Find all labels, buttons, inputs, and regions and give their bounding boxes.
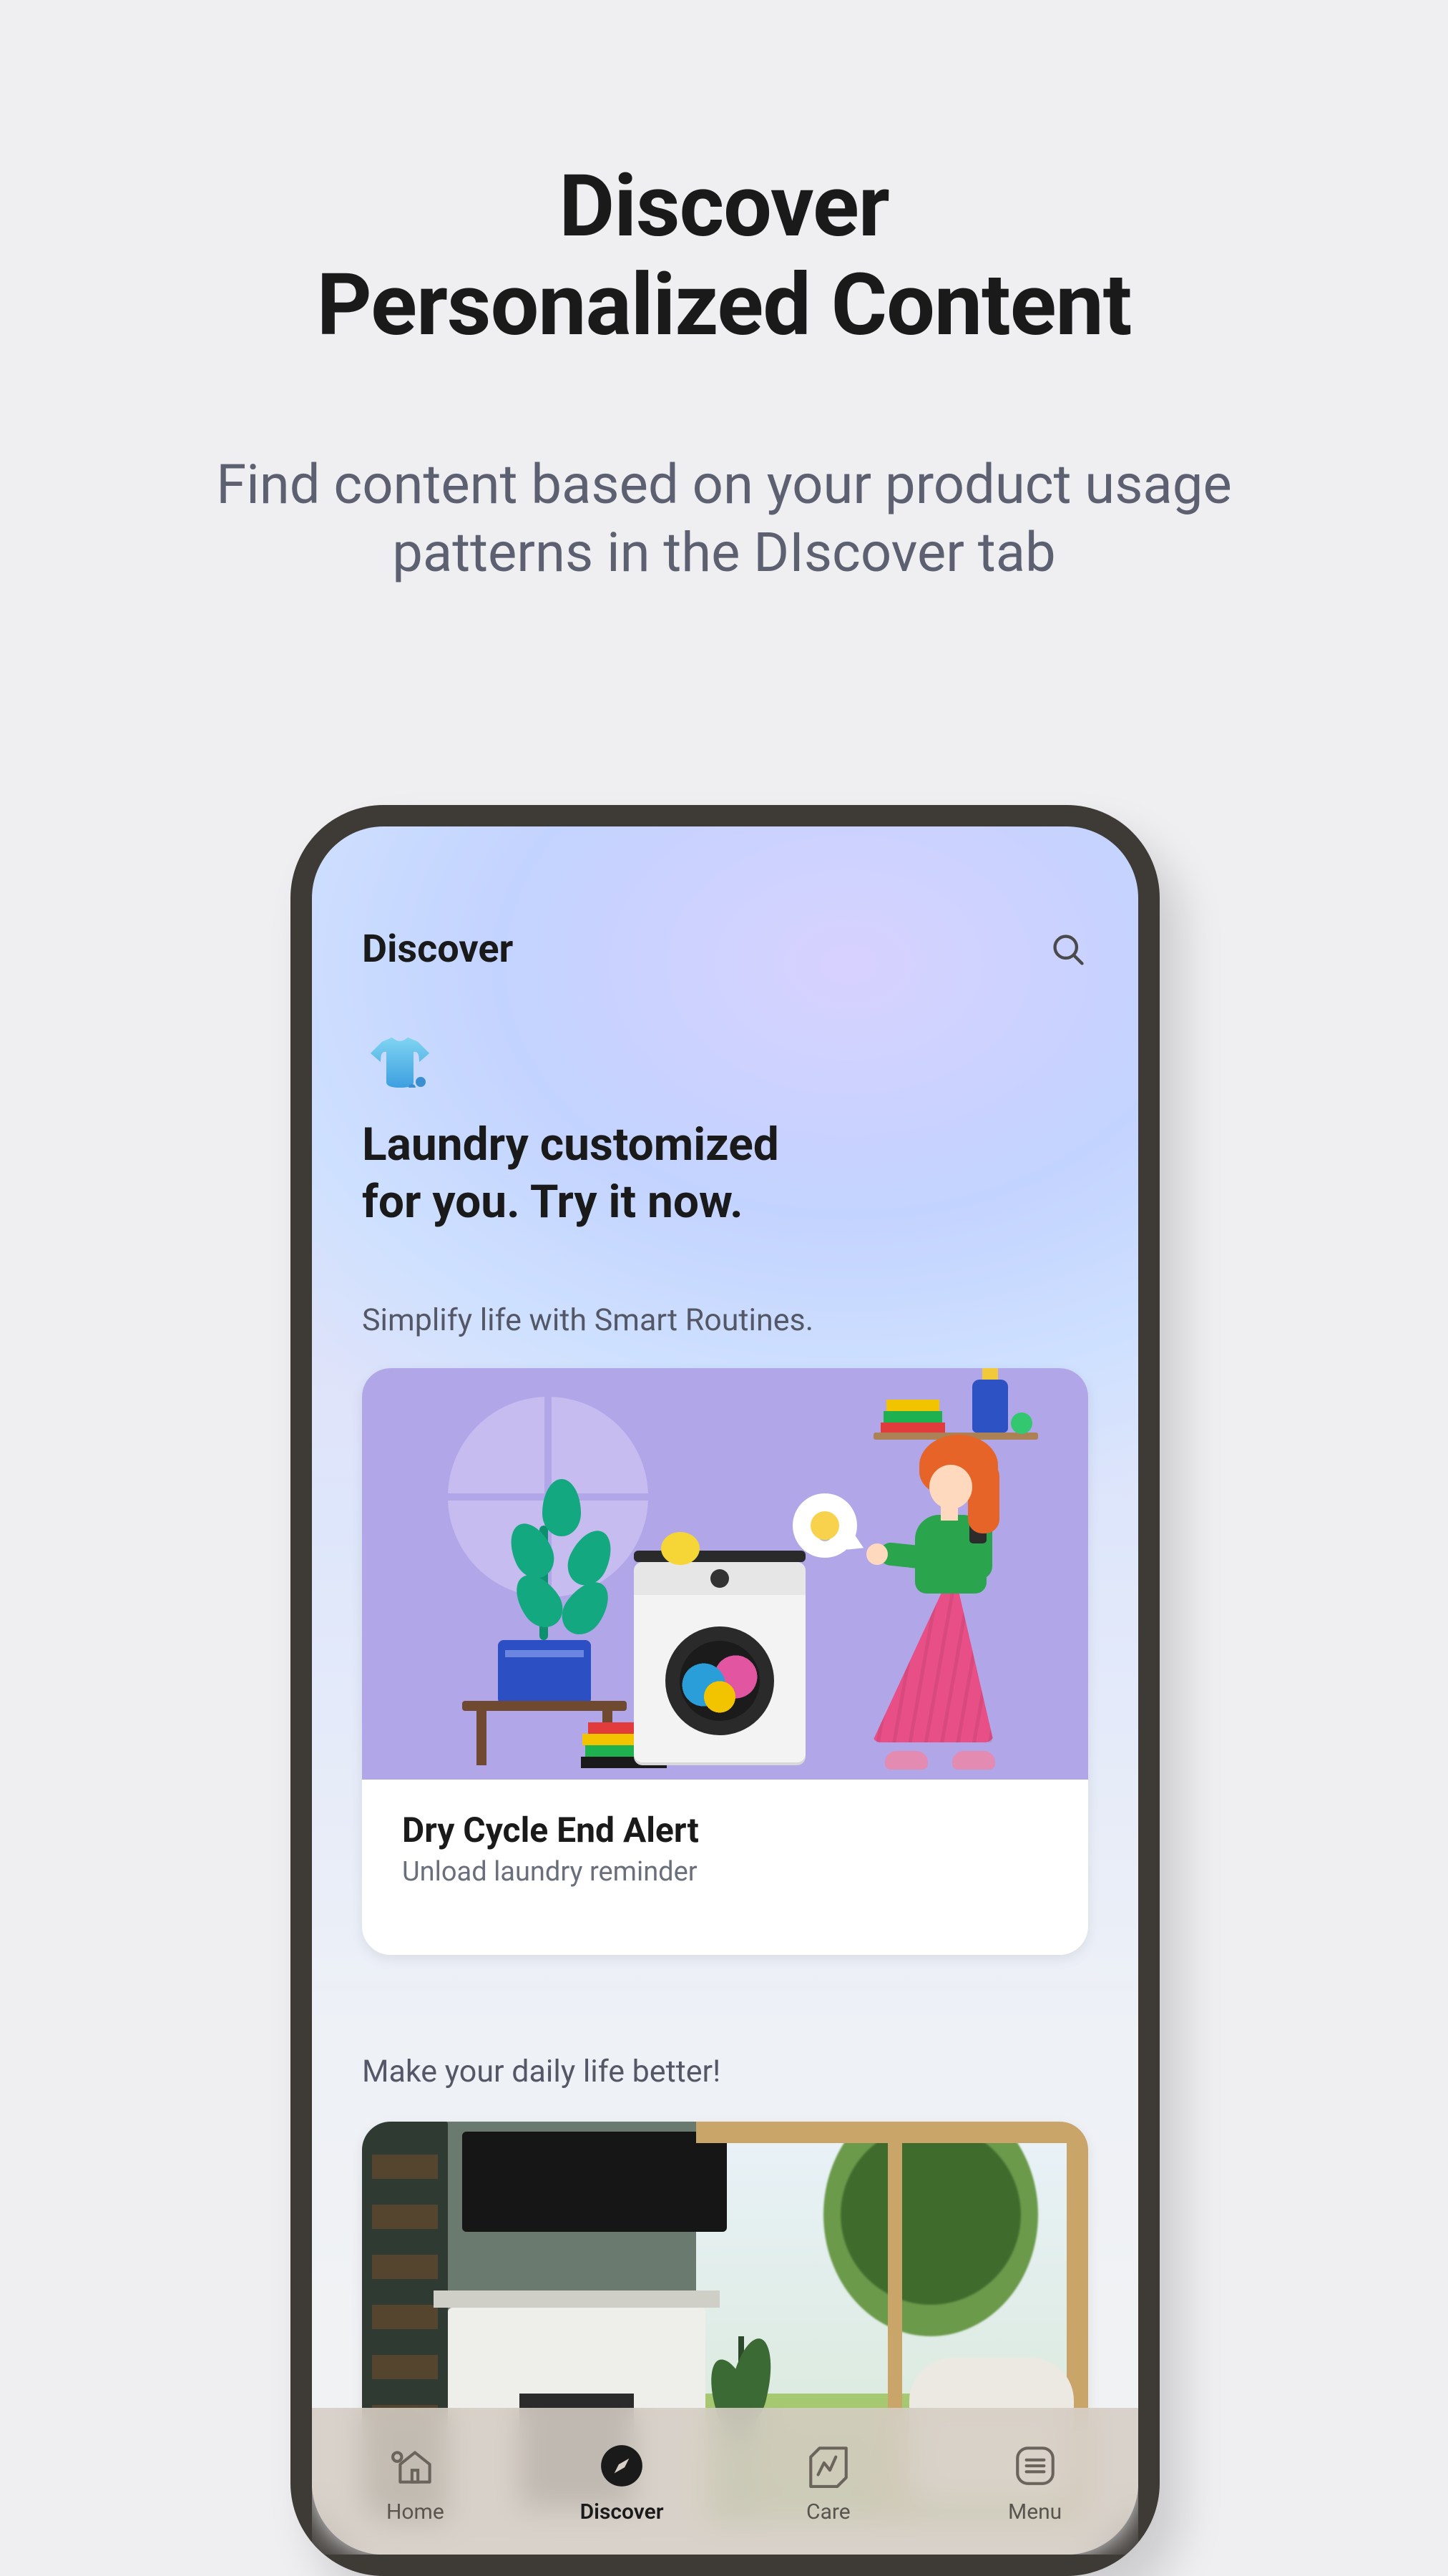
promo-headline-line-1: Laundry customized [362,1118,779,1171]
routine-card-dry-cycle[interactable]: Dry Cycle End Alert Unload laundry remin… [362,1368,1088,1955]
nav-label-care: Care [806,2499,851,2524]
section-label-daily: Make your daily life better! [362,2054,720,2089]
nav-item-care[interactable]: Care [757,2442,900,2524]
promo-headline: Laundry customized for you. Try it now. [362,1116,1088,1231]
phone-mockup: Discover [290,805,1160,2576]
bottom-navigation: Home Discover Care [312,2408,1138,2555]
nav-item-discover[interactable]: Discover [550,2442,693,2524]
app-header: Discover [362,927,1088,972]
promo-headline-line-2: for you. Try it now. [362,1175,743,1229]
nav-label-home: Home [386,2499,444,2524]
section-label-routines: Simplify life with Smart Routines. [362,1302,813,1338]
marketing-headline-line-2: Personalized Content [317,255,1132,356]
nav-label-menu: Menu [1008,2499,1062,2524]
phone-screen: Discover [312,826,1138,2555]
marketing-headline-line-1: Discover [559,157,889,257]
nav-item-home[interactable]: Home [343,2442,486,2524]
routine-card-subtitle: Unload laundry reminder [362,1856,1088,1888]
compass-icon [598,2442,645,2489]
marketing-subtitle-line-2: patterns in the DIscover tab [392,520,1055,585]
nav-label-discover: Discover [580,2499,664,2524]
routine-card-title: Dry Cycle End Alert [362,1780,1088,1856]
search-icon [1050,931,1087,968]
menu-icon [1012,2442,1059,2489]
screen-title: Discover [362,927,513,972]
search-button[interactable] [1048,930,1088,970]
laundry-shirt-icon [368,1038,432,1088]
home-icon [391,2442,439,2489]
care-icon [805,2442,852,2489]
nav-item-menu[interactable]: Menu [964,2442,1107,2524]
marketing-subtitle: Find content based on your product usage… [0,451,1448,587]
routine-card-illustration [362,1368,1088,1780]
marketing-subtitle-line-1: Find content based on your product usage [216,452,1232,517]
marketing-headline: Discover Personalized Content [0,157,1448,355]
